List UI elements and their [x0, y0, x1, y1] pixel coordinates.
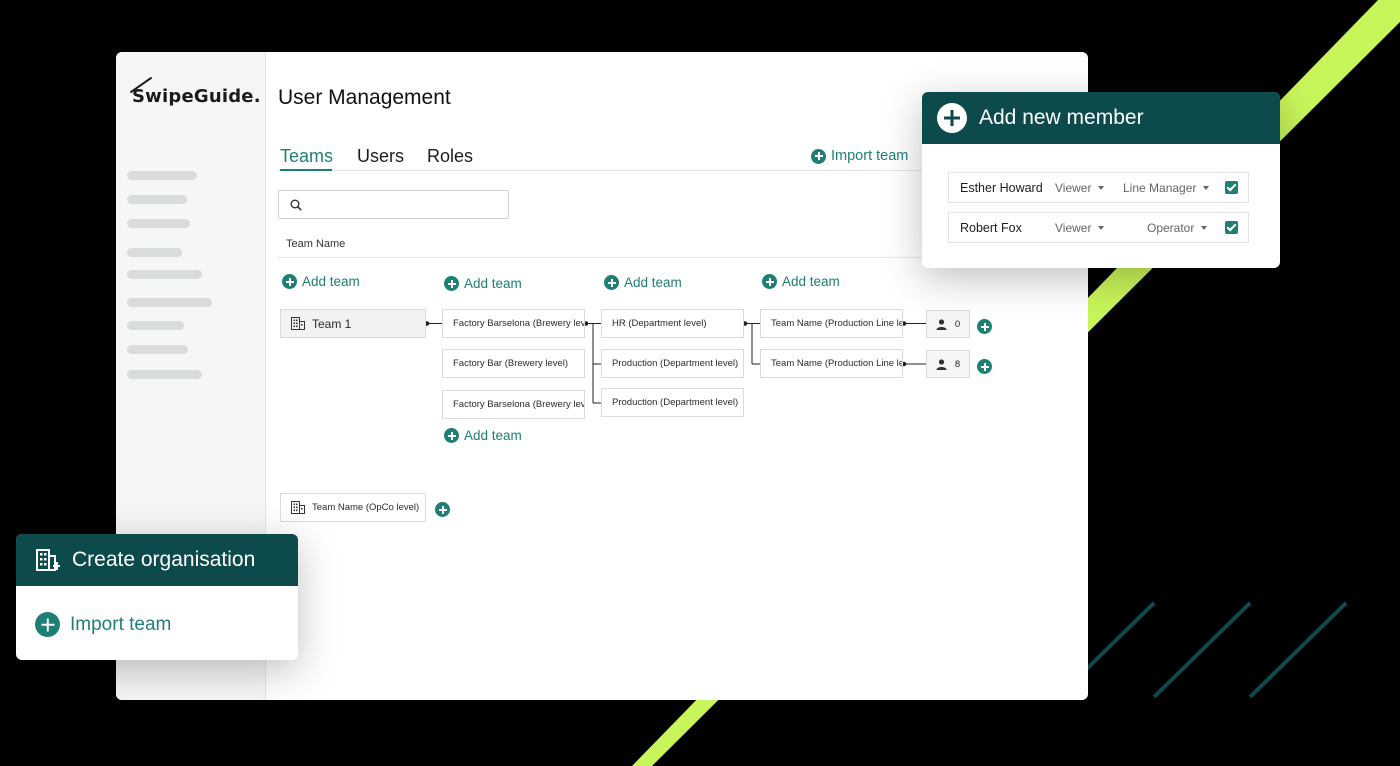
plus-icon: [604, 275, 619, 290]
plus-icon: [35, 612, 60, 637]
add-team-plus-icon[interactable]: [435, 502, 450, 517]
plus-icon: [444, 428, 459, 443]
member-name: Robert Fox: [960, 220, 1022, 235]
member-count: 8: [954, 358, 961, 370]
team-node-label: Team 1: [312, 316, 352, 331]
add-team-button[interactable]: Add team: [444, 428, 522, 443]
add-member-title: Add new member: [979, 106, 1144, 129]
caret-down-icon: [1201, 225, 1208, 230]
sidebar-item-placeholder[interactable]: [127, 195, 187, 204]
create-organisation-title: Create organisation: [72, 548, 256, 571]
create-organisation-header[interactable]: Create organisation: [16, 534, 298, 586]
team-node[interactable]: Factory Bar (Brewery level): [442, 349, 585, 378]
add-team-button[interactable]: Add team: [762, 274, 840, 289]
team-node[interactable]: Factory Barselona (Brewery level): [442, 390, 585, 419]
logo: SwipeGuide.: [132, 86, 261, 107]
team-node[interactable]: Production (Department level): [601, 349, 744, 378]
team-node[interactable]: Factory Barselona (Brewery level): [442, 309, 585, 338]
team-node-opco[interactable]: Team Name (OpCo level): [280, 493, 426, 522]
sidebar-item-placeholder[interactable]: [127, 270, 202, 279]
building-add-icon: [36, 549, 60, 571]
caret-down-icon: [1098, 185, 1105, 190]
member-checkbox[interactable]: [1225, 181, 1238, 194]
add-team-button[interactable]: Add team: [282, 274, 360, 289]
plus-icon: [762, 274, 777, 289]
member-count-badge[interactable]: 0: [926, 310, 970, 338]
add-team-button[interactable]: Add team: [444, 276, 522, 291]
sidebar-item-placeholder[interactable]: [127, 171, 197, 180]
member-count: 0: [954, 318, 961, 330]
sidebar-item-placeholder[interactable]: [127, 298, 212, 307]
member-name: Esther Howard: [960, 180, 1043, 195]
active-tab-indicator: [280, 169, 332, 171]
import-team-label: Import team: [831, 148, 909, 164]
tab-users[interactable]: Users: [357, 146, 404, 167]
building-icon: [291, 317, 305, 330]
add-member-card-header: Add new member: [922, 92, 1280, 144]
plus-icon: [444, 276, 459, 291]
team-node-label: Team Name (OpCo level): [312, 502, 420, 513]
create-organisation-card: Create organisation Import team: [16, 534, 298, 660]
permission-value: Viewer: [1055, 220, 1092, 235]
member-checkbox[interactable]: [1225, 221, 1238, 234]
team-node[interactable]: Team Name (Production Line level): [760, 349, 903, 378]
tab-roles[interactable]: Roles: [427, 146, 473, 167]
building-icon: [291, 501, 305, 514]
member-row: Esther Howard Viewer Line Manager: [948, 172, 1249, 203]
import-team-button[interactable]: Import team: [811, 148, 908, 164]
role-select[interactable]: Line Manager: [1123, 180, 1210, 195]
page-title: User Management: [278, 86, 451, 109]
add-member-card: Add new member Esther Howard Viewer Line…: [922, 92, 1280, 268]
add-member-plus-icon[interactable]: [977, 359, 992, 374]
add-team-button[interactable]: Add team: [604, 275, 682, 290]
permission-select[interactable]: Viewer: [1055, 220, 1105, 235]
plus-icon[interactable]: [937, 103, 967, 133]
sidebar-item-placeholder[interactable]: [127, 321, 184, 330]
sidebar-item-placeholder[interactable]: [127, 248, 182, 257]
member-row: Robert Fox Viewer Operator: [948, 212, 1249, 243]
plus-icon: [811, 148, 826, 164]
sidebar-item-placeholder[interactable]: [127, 219, 190, 228]
sidebar-item-placeholder[interactable]: [127, 370, 202, 379]
person-icon: [936, 358, 947, 370]
team-node-root[interactable]: Team 1: [280, 309, 426, 338]
add-team-label: Add team: [624, 275, 682, 290]
role-value: Operator: [1147, 220, 1195, 235]
sidebar-item-placeholder[interactable]: [127, 345, 188, 354]
search-icon: [290, 199, 302, 211]
add-team-label: Add team: [302, 274, 360, 289]
search-input[interactable]: [309, 195, 499, 215]
tab-teams[interactable]: Teams: [280, 146, 333, 167]
role-value: Line Manager: [1123, 180, 1197, 195]
caret-down-icon: [1098, 225, 1105, 230]
add-team-label: Add team: [464, 276, 522, 291]
person-icon: [936, 318, 947, 330]
member-count-badge[interactable]: 8: [926, 350, 970, 378]
import-team-label: Import team: [70, 613, 172, 635]
import-team-button[interactable]: Import team: [35, 612, 171, 637]
team-node[interactable]: Team Name (Production Line level): [760, 309, 903, 338]
permission-select[interactable]: Viewer: [1055, 180, 1105, 195]
add-member-plus-icon[interactable]: [977, 319, 992, 334]
permission-value: Viewer: [1055, 180, 1092, 195]
role-select[interactable]: Operator: [1147, 220, 1208, 235]
team-node[interactable]: Production (Department level): [601, 388, 744, 417]
team-node[interactable]: HR (Department level): [601, 309, 744, 338]
plus-icon: [282, 274, 297, 289]
add-team-label: Add team: [464, 428, 522, 443]
add-team-label: Add team: [782, 274, 840, 289]
caret-down-icon: [1203, 185, 1210, 190]
column-header-team-name: Team Name: [286, 238, 346, 250]
search-box[interactable]: [278, 190, 509, 219]
